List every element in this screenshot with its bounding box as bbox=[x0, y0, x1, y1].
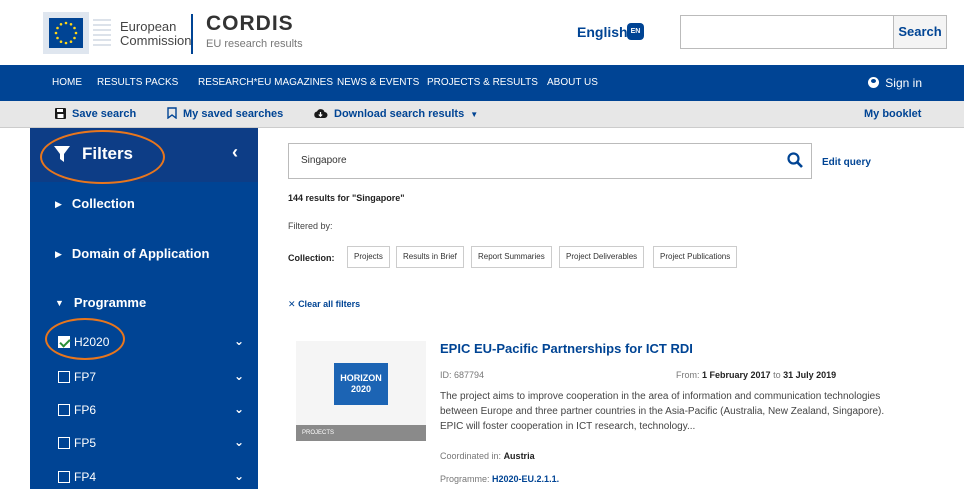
save-search-label: Save search bbox=[72, 108, 137, 120]
triangle-down-icon: ▼ bbox=[55, 298, 64, 308]
edit-query-link[interactable]: Edit query bbox=[822, 157, 871, 168]
result-coordinated: Coordinated in: Austria bbox=[440, 451, 535, 461]
from-date: 1 February 2017 bbox=[702, 370, 771, 380]
to-label: to bbox=[773, 370, 781, 380]
result-description: The project aims to improve cooperation … bbox=[440, 391, 885, 432]
chevron-down-icon[interactable]: ⌄ bbox=[234, 334, 244, 348]
triangle-right-icon: ▶ bbox=[55, 249, 62, 259]
triangle-right-icon: ▶ bbox=[55, 199, 62, 209]
my-booklet-link[interactable]: My booklet bbox=[864, 101, 921, 128]
chevron-down-icon[interactable]: ⌄ bbox=[234, 469, 244, 483]
chip-report-summaries[interactable]: Report Summaries bbox=[471, 246, 552, 268]
search-icon[interactable] bbox=[787, 152, 803, 168]
eu-flag-logo[interactable] bbox=[43, 12, 113, 54]
cordis-subtitle: EU research results bbox=[206, 38, 303, 50]
programme-label: FP4 bbox=[74, 470, 97, 484]
chevron-down-icon[interactable]: ⌄ bbox=[234, 402, 244, 416]
header-divider bbox=[191, 14, 193, 54]
programme-item-fp4[interactable]: FP4 ⌄ bbox=[58, 469, 248, 489]
cloud-download-icon bbox=[314, 109, 328, 118]
ec-name: European Commission bbox=[120, 20, 192, 48]
thumb-logo-line2: 2020 bbox=[350, 384, 372, 394]
nav-news-events[interactable]: NEWS & EVENTS bbox=[337, 65, 419, 101]
cordis-logo-title[interactable]: CORDIS bbox=[206, 12, 294, 36]
filter-section-label: Programme bbox=[73, 295, 147, 310]
filter-section-label: Collection bbox=[71, 196, 135, 211]
result-id: ID: 687794 bbox=[440, 370, 485, 380]
programme-item-fp5[interactable]: FP5 ⌄ bbox=[58, 435, 248, 456]
annotation-circle-h2020 bbox=[45, 318, 125, 360]
programme-item-fp7[interactable]: FP7 ⌄ bbox=[58, 369, 248, 390]
chip-project-publications[interactable]: Project Publications bbox=[653, 246, 738, 268]
floppy-disk-icon bbox=[55, 108, 66, 119]
caret-down-icon: ▼ bbox=[470, 110, 479, 119]
site-search-input[interactable] bbox=[680, 15, 893, 49]
checkbox[interactable] bbox=[58, 471, 70, 483]
save-search-button[interactable]: Save search bbox=[55, 101, 136, 128]
my-saved-searches-label: My saved searches bbox=[183, 108, 284, 120]
chip-projects[interactable]: Projects bbox=[347, 246, 390, 268]
thumb-logo-line1: HORIZON bbox=[340, 373, 382, 383]
search-toolbar: Save search My saved searches Download s… bbox=[0, 101, 964, 128]
filtered-by-label: Filtered by: bbox=[288, 221, 333, 231]
nav-home[interactable]: HOME bbox=[52, 65, 82, 101]
download-results-button[interactable]: Download search results ▼ bbox=[313, 101, 478, 128]
filter-section-domain[interactable]: ▶ Domain of Application bbox=[55, 246, 209, 261]
filters-sidebar: Filters ‹ ▶ Collection ▶ Domain of Applica… bbox=[30, 128, 258, 489]
ec-name-line1: European bbox=[120, 19, 177, 34]
chevron-down-icon[interactable]: ⌄ bbox=[234, 369, 244, 383]
result-programme: Programme: H2020-EU.2.1.1. bbox=[440, 474, 559, 484]
checkbox[interactable] bbox=[58, 371, 70, 383]
clear-all-filters-label: Clear all filters bbox=[298, 299, 361, 309]
filter-section-label: Domain of Application bbox=[71, 246, 210, 261]
site-search-button[interactable]: Search bbox=[893, 15, 947, 49]
result-dates: From: 1 February 2017 to 31 July 2019 bbox=[676, 370, 836, 380]
download-results-label: Download search results bbox=[334, 108, 465, 120]
ec-name-line2: Commission bbox=[120, 33, 192, 48]
result-thumbnail[interactable]: HORIZON 2020 PROJECTS bbox=[296, 341, 426, 441]
nav-about-us[interactable]: ABOUT US bbox=[547, 65, 598, 101]
checkbox[interactable] bbox=[58, 404, 70, 416]
query-input[interactable]: Singapore bbox=[288, 143, 812, 179]
close-icon: ✕ bbox=[288, 299, 296, 309]
programme-label: FP7 bbox=[74, 370, 97, 384]
chevron-down-icon[interactable]: ⌄ bbox=[234, 435, 244, 449]
main-nav: HOME RESULTS PACKS RESEARCH*EU MAGAZINES… bbox=[0, 65, 964, 101]
sign-in-label: Sign in bbox=[885, 76, 922, 90]
chip-results-in-brief[interactable]: Results in Brief bbox=[396, 246, 464, 268]
result-title-link[interactable]: EPIC EU-Pacific Partnerships for ICT RDI bbox=[440, 341, 693, 356]
filter-section-programme[interactable]: ▼ Programme bbox=[55, 295, 146, 310]
sign-in-link[interactable]: Sign in bbox=[868, 65, 922, 101]
nav-results-packs[interactable]: RESULTS PACKS bbox=[97, 65, 178, 101]
filter-section-collection[interactable]: ▶ Collection bbox=[55, 196, 135, 211]
from-label: From: bbox=[676, 370, 700, 380]
programme-label-text: Programme: bbox=[440, 474, 490, 484]
annotation-circle-filters bbox=[40, 130, 165, 184]
my-saved-searches-button[interactable]: My saved searches bbox=[167, 101, 283, 128]
programme-label: FP5 bbox=[74, 436, 97, 450]
programme-value-link[interactable]: H2020-EU.2.1.1. bbox=[492, 474, 559, 484]
nav-research-eu-magazines[interactable]: RESEARCH*EU MAGAZINES bbox=[198, 65, 333, 101]
site-header: European Commission CORDIS EU research r… bbox=[0, 0, 964, 65]
chip-project-deliverables[interactable]: Project Deliverables bbox=[559, 246, 645, 268]
coordinated-value: Austria bbox=[503, 451, 535, 461]
nav-projects-results[interactable]: PROJECTS & RESULTS bbox=[427, 65, 538, 101]
horizon-2020-logo: HORIZON 2020 bbox=[334, 363, 388, 405]
result-count: 144 results for "Singapore" bbox=[288, 193, 405, 203]
coordinated-label: Coordinated in: bbox=[440, 451, 502, 461]
programme-item-fp6[interactable]: FP6 ⌄ bbox=[58, 402, 248, 423]
to-date: 31 July 2019 bbox=[783, 370, 837, 380]
collapse-chevron-left-icon[interactable]: ‹ bbox=[232, 142, 238, 163]
language-selector[interactable]: English bbox=[577, 24, 628, 40]
user-icon bbox=[868, 77, 880, 88]
bookmark-icon bbox=[167, 107, 177, 119]
clear-all-filters-link[interactable]: ✕ Clear all filters bbox=[288, 299, 360, 310]
query-text: Singapore bbox=[301, 155, 347, 166]
programme-label: FP6 bbox=[74, 403, 97, 417]
checkbox[interactable] bbox=[58, 437, 70, 449]
language-code-icon[interactable]: EN bbox=[627, 23, 644, 40]
thumb-tag: PROJECTS bbox=[296, 425, 426, 441]
collection-label: Collection: bbox=[288, 253, 335, 263]
